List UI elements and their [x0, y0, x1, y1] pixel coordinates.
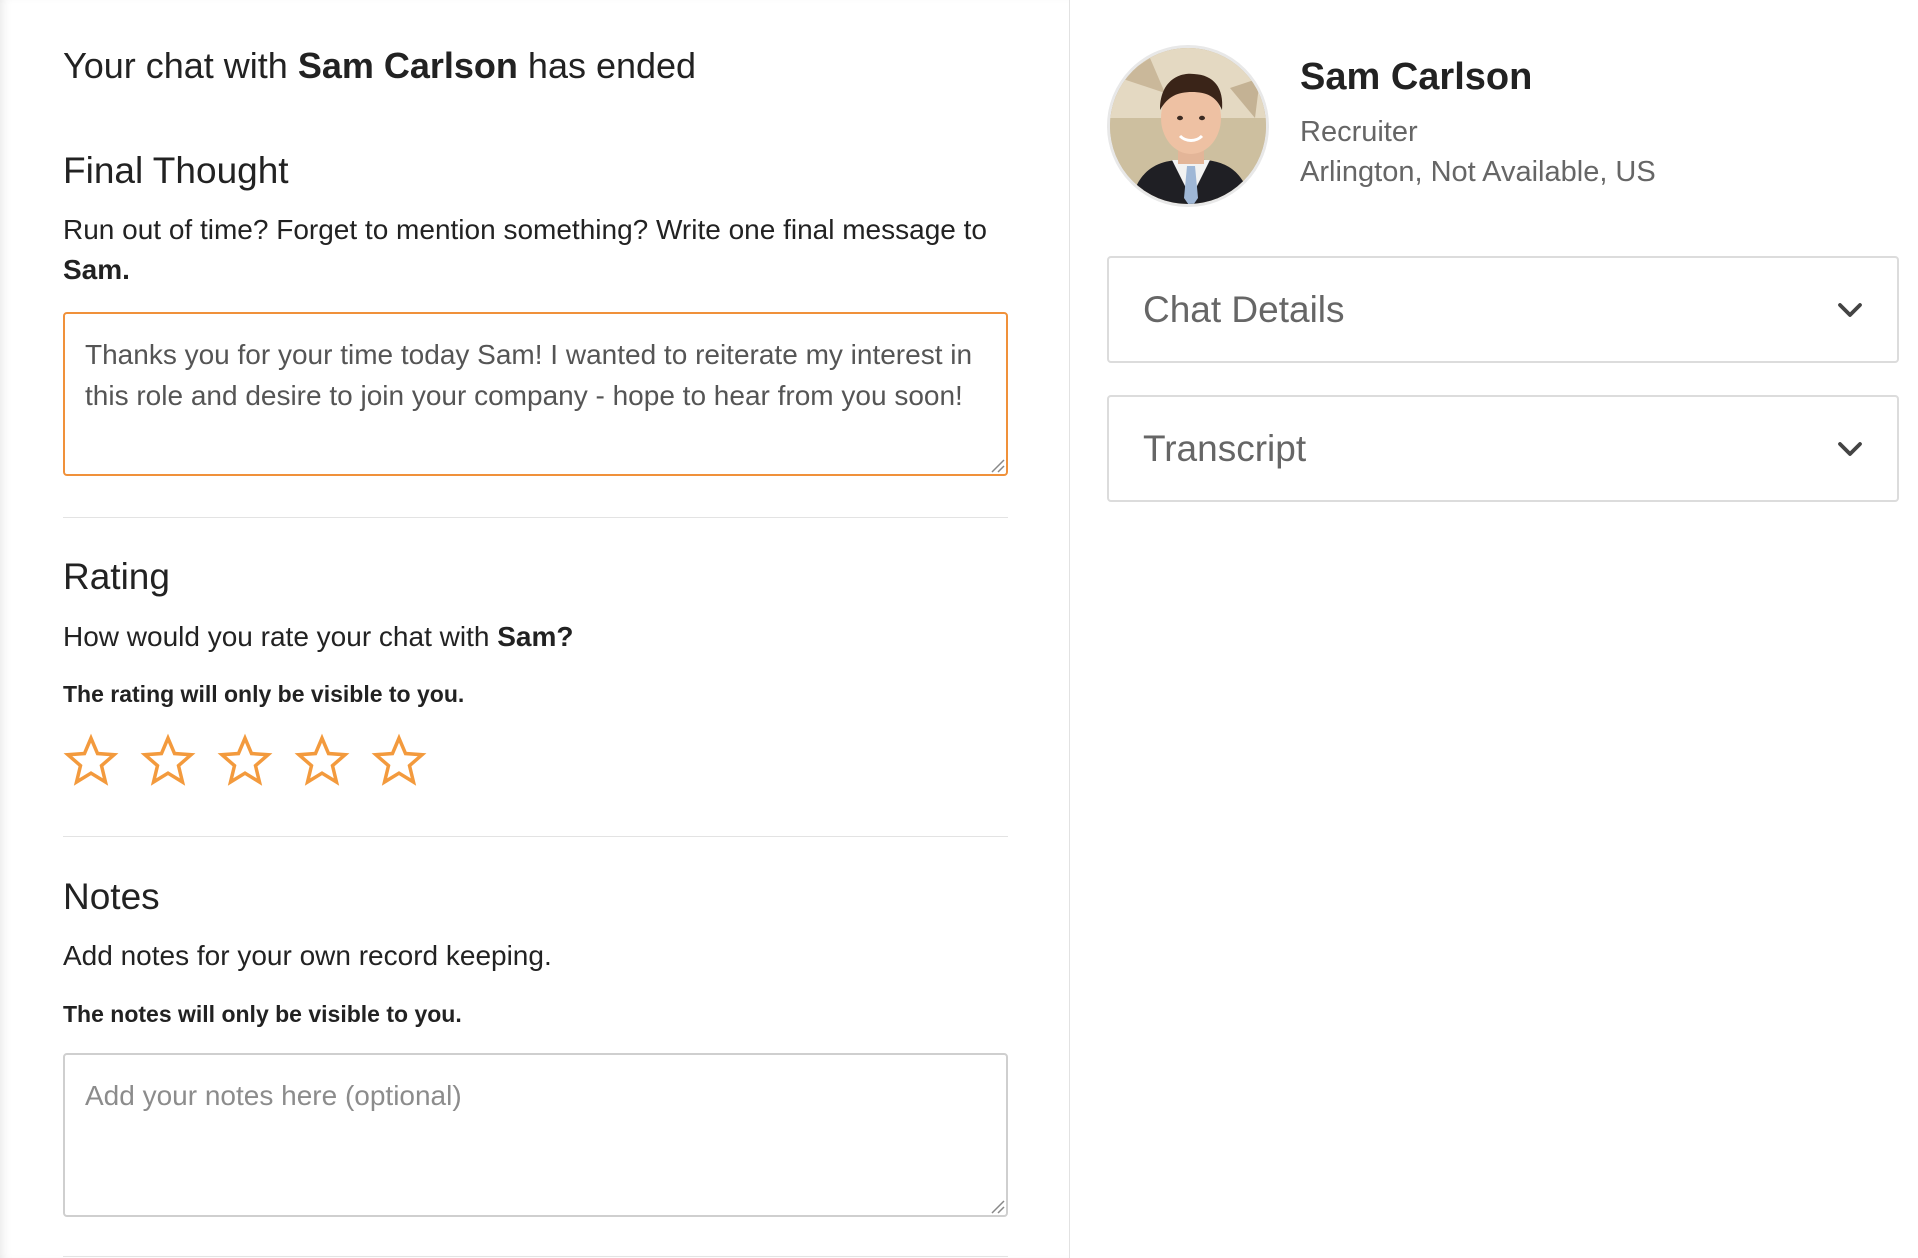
- notes-heading: Notes: [63, 876, 160, 917]
- contact-name: Sam Carlson: [1300, 56, 1533, 98]
- feedback-panel: Your chat with Sam Carlson has ended Fin…: [0, 0, 1070, 1258]
- final-thought-description-text: Run out of time? Forget to mention somet…: [63, 214, 987, 245]
- rating-visibility-note: The rating will only be visible to you.: [63, 681, 465, 707]
- rating-heading: Rating: [63, 556, 170, 597]
- avatar: [1107, 45, 1269, 207]
- star-outline-icon[interactable]: [140, 733, 196, 789]
- rating-question: How would you rate your chat with Sam?: [63, 617, 573, 657]
- transcript-label: Transcript: [1143, 427, 1307, 469]
- star-rating: [63, 733, 427, 789]
- star-outline-icon[interactable]: [371, 733, 427, 789]
- final-message-textarea[interactable]: Thanks you for your time today Sam! I wa…: [63, 312, 1008, 476]
- divider: [63, 517, 1008, 518]
- star-outline-icon[interactable]: [217, 733, 273, 789]
- chevron-down-icon: [1838, 441, 1862, 456]
- notes-visibility-note: The notes will only be visible to you.: [63, 1001, 462, 1027]
- title-prefix: Your chat with: [63, 45, 288, 86]
- divider: [63, 836, 1008, 837]
- divider: [63, 1256, 1008, 1257]
- final-thought-heading: Final Thought: [63, 150, 289, 191]
- transcript-accordion[interactable]: Transcript: [1107, 395, 1899, 502]
- star-outline-icon[interactable]: [63, 733, 119, 789]
- chat-details-label: Chat Details: [1143, 288, 1345, 330]
- title-suffix: has ended: [527, 45, 697, 86]
- final-thought-description-name: Sam.: [63, 254, 130, 285]
- contact-role: Recruiter: [1300, 116, 1418, 148]
- contact-location: Arlington, Not Available, US: [1300, 156, 1656, 188]
- chat-details-accordion[interactable]: Chat Details: [1107, 256, 1899, 363]
- star-outline-icon[interactable]: [294, 733, 350, 789]
- title-contact-name: Sam Carlson: [297, 45, 518, 86]
- notes-description: Add notes for your own record keeping.: [63, 940, 552, 971]
- notes-textarea[interactable]: [63, 1053, 1008, 1217]
- chat-ended-page: Your chat with Sam Carlson has ended Fin…: [0, 0, 1918, 1258]
- final-thought-description: Run out of time? Forget to mention somet…: [63, 210, 1008, 290]
- contact-sidebar: Sam Carlson Recruiter Arlington, Not Ava…: [1070, 0, 1918, 1258]
- page-title: Your chat with Sam Carlson has ended: [63, 45, 696, 87]
- avatar-photo: [1110, 48, 1266, 204]
- chevron-down-icon: [1838, 302, 1862, 317]
- rating-question-name: Sam?: [497, 621, 574, 652]
- rating-question-text: How would you rate your chat with: [63, 621, 490, 652]
